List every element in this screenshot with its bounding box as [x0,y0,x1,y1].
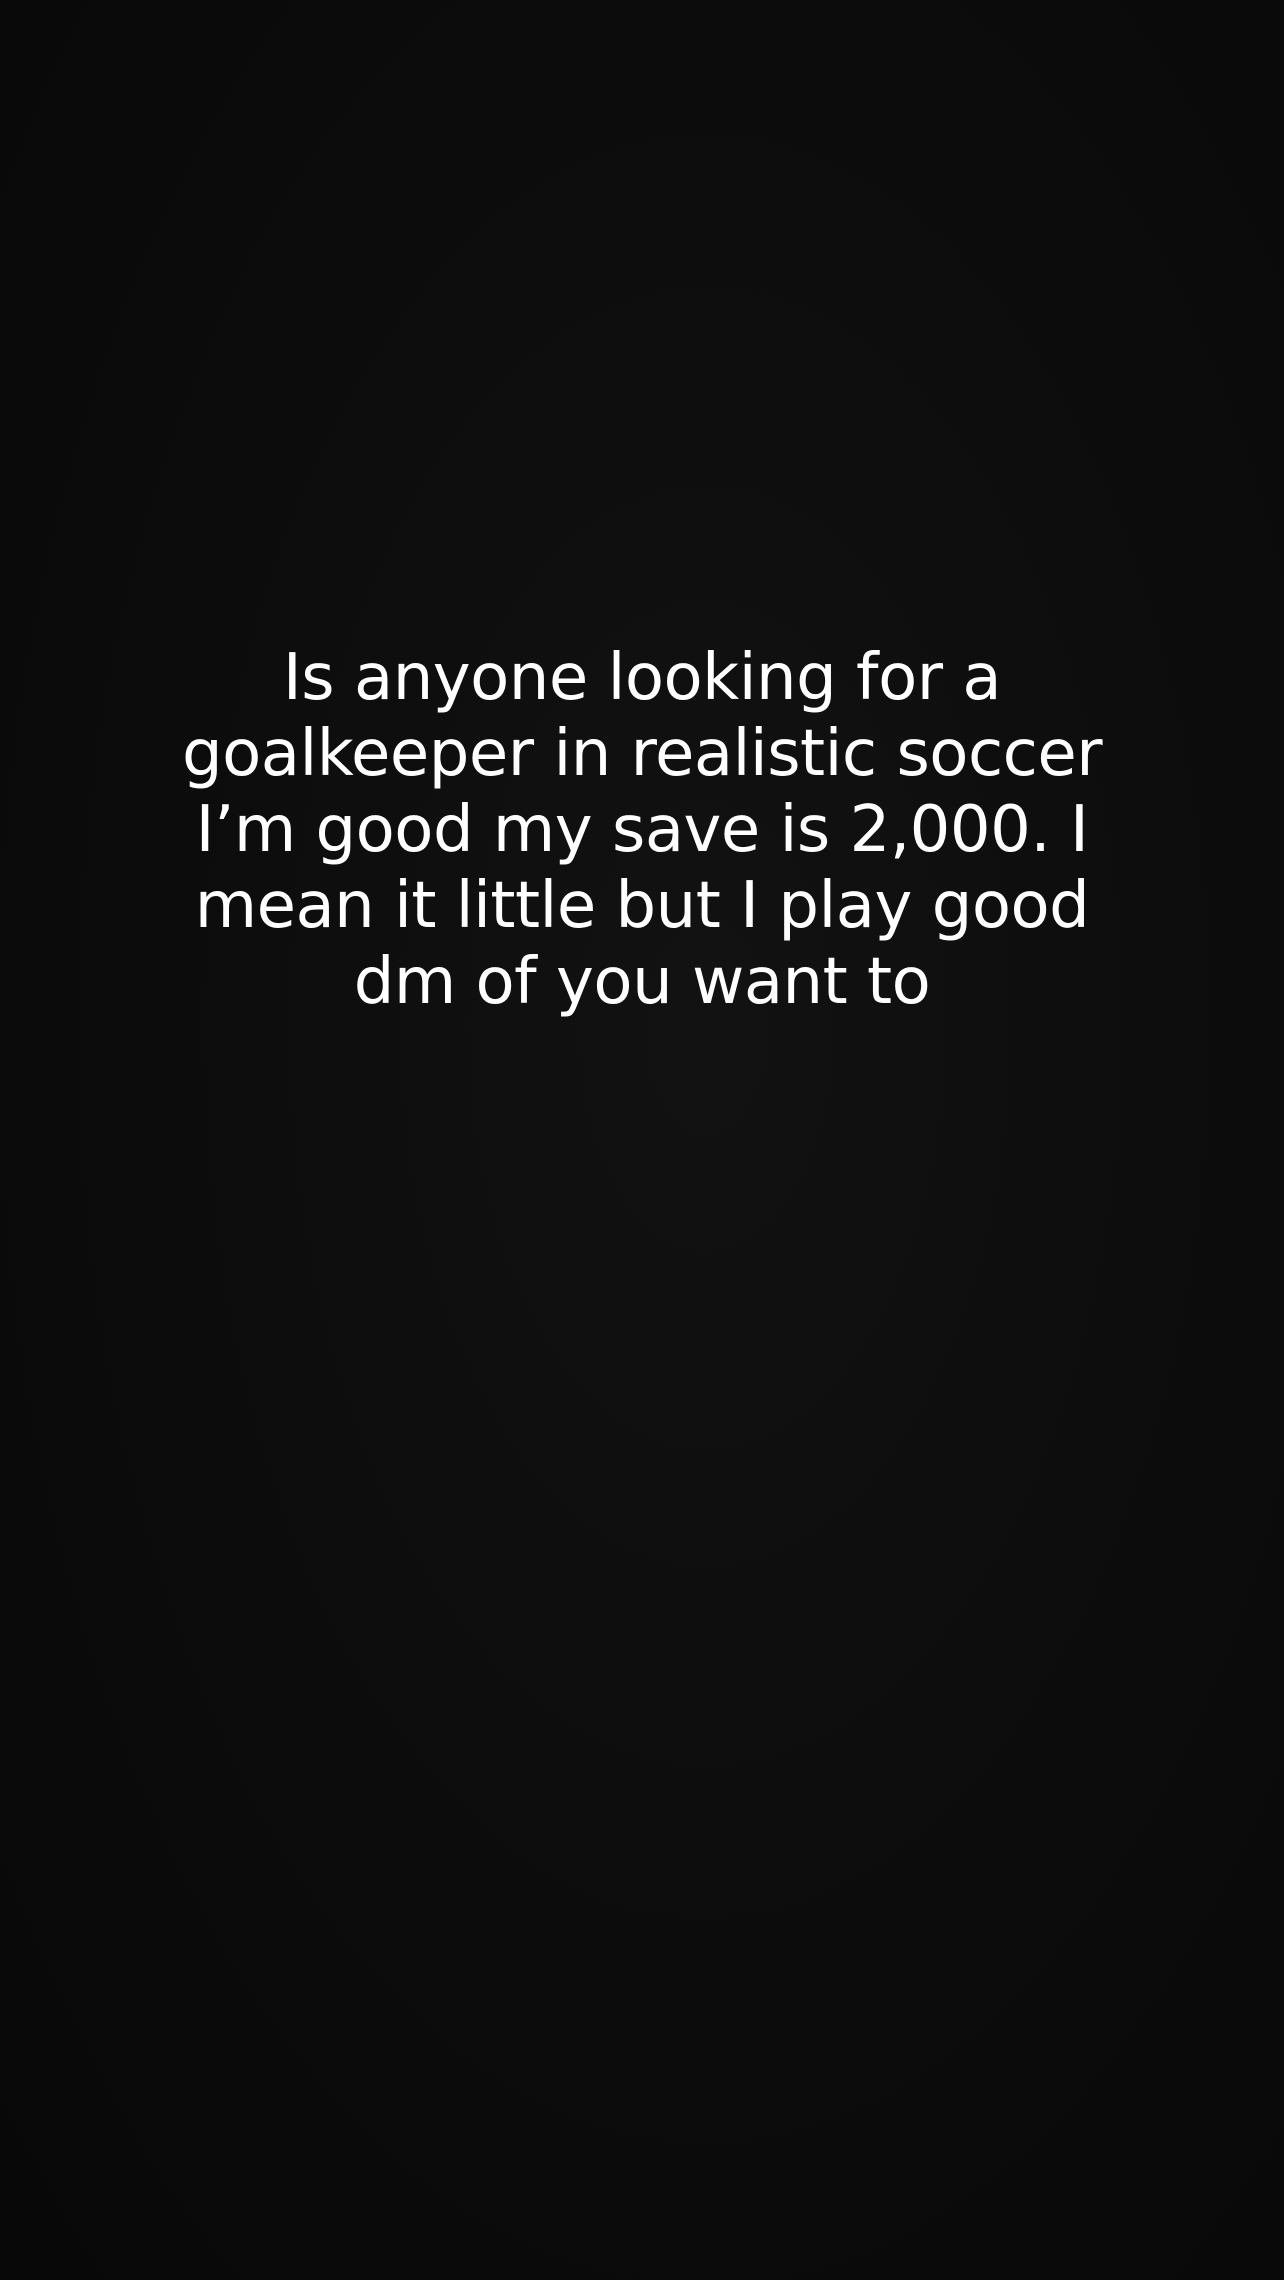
caption-line-1: Is anyone looking for a [282,641,1002,715]
story-background: Is anyone looking for a goalkeeper in re… [0,0,1284,2280]
caption-line-2: goalkeeper in realistic soccer [181,717,1103,791]
caption-line-3: I’m good my save is 2,000. I [195,793,1089,867]
caption-line-4: mean it little but I play good [194,869,1090,943]
caption-line-5: dm of you want to [353,945,931,1019]
story-text-caption: Is anyone looking for a goalkeeper in re… [60,640,1224,1020]
